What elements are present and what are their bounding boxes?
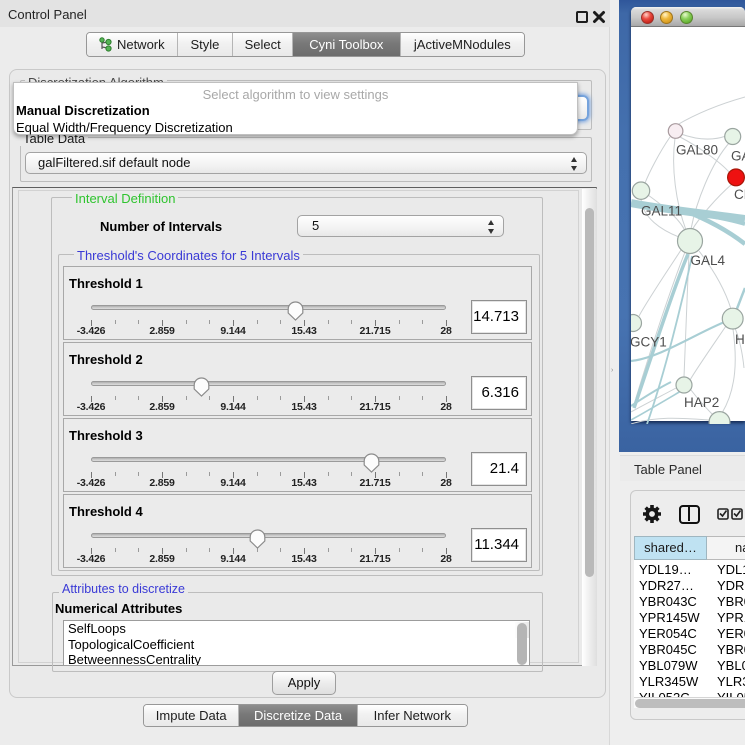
svg-text:HI: HI	[735, 332, 745, 347]
svg-text:GAL4: GAL4	[691, 253, 726, 268]
svg-text:GA: GA	[731, 149, 745, 164]
svg-text:GCY1: GCY1	[631, 335, 667, 350]
svg-text:HAP2: HAP2	[684, 395, 719, 410]
svg-text:GAL11: GAL11	[641, 204, 682, 219]
svg-text:CD: CD	[734, 187, 745, 202]
svg-text:GAL80: GAL80	[676, 143, 718, 158]
